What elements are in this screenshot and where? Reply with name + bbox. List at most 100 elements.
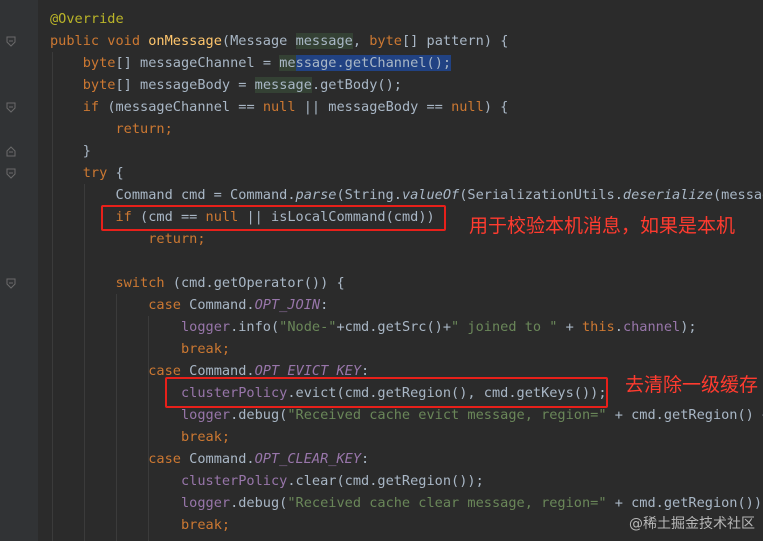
code-token: this [582,319,615,335]
code-token: Command cmd = Command. [50,187,296,203]
code-token: parse [295,187,337,203]
code-token: "Node-" [279,319,337,335]
code-token: + cmd.getRegion() + [614,407,763,423]
code-token: message [254,77,312,93]
code-token: +cmd.getSrc()+ [336,319,452,335]
fold-icon[interactable] [6,278,16,289]
code-line[interactable]: public void onMessage(Message message, b… [50,30,508,52]
code-token: break; [180,517,231,533]
fold-icon[interactable] [6,168,16,179]
code-line[interactable]: if (messageChannel == null || messageBod… [50,96,509,118]
code-line[interactable]: case Command.OPT_JOIN: [50,294,328,316]
code-token: (Message [221,33,296,49]
fold-icon[interactable] [6,146,16,157]
code-token: Command. [189,451,255,467]
code-line[interactable]: case Command.OPT_CLEAR_KEY: [50,448,369,470]
watermark: @稀土掘金技术社区 [629,516,755,532]
code-token: deserialize [622,187,713,203]
code-token: me [279,55,296,71]
highlight-box-local-check [101,205,446,231]
code-token: .debug( [230,407,288,423]
code-token: : [361,451,370,467]
code-token: : [320,297,329,313]
annotation-evict: 去清除一级缓存 [625,374,759,396]
code-line[interactable]: clusterPolicy.clear(cmd.getRegion()); [50,470,484,492]
code-token: (String. [336,187,402,203]
fold-icon[interactable] [6,102,16,113]
code-token: switch [115,275,173,291]
code-line[interactable]: @Override [50,8,124,30]
editor-gutter [0,0,38,541]
code-token: (cmd.getOperator()) { [172,275,345,291]
code-token: channel [622,319,681,335]
code-token: return; [115,121,173,137]
code-token: "Received cache evict message, region=" [287,407,615,423]
code-token: (message [712,187,763,203]
code-token: OPT_JOIN [254,297,321,313]
code-token: byte [82,55,116,71]
code-token: logger [180,407,231,423]
code-line[interactable]: switch (cmd.getOperator()) { [50,272,345,294]
code-line[interactable]: return; [50,118,173,140]
code-token: [] messageChannel = [115,55,280,71]
code-token: return; [148,231,206,247]
highlight-box-evict [165,377,608,408]
code-token: public void [50,33,149,49]
code-token: , [352,33,370,49]
code-token: + cmd.getRegion()); [614,495,763,511]
code-token: logger [180,495,231,511]
code-token: case [148,451,190,467]
code-token: (messageChannel == [107,99,263,115]
code-line[interactable]: break; [50,338,230,360]
code-line[interactable]: return; [50,228,206,250]
code-line[interactable]: logger.info("Node-"+cmd.getSrc()+" joine… [50,316,697,338]
code-line[interactable]: byte[] messageChannel = message.getChann… [50,52,452,74]
fold-icon[interactable] [6,36,16,47]
code-line[interactable]: byte[] messageBody = message.getBody(); [50,74,402,96]
code-token: + [565,319,582,335]
code-token: . [614,319,623,335]
code-line[interactable]: } [50,140,91,162]
code-token: break; [180,429,231,445]
code-token: valueOf [401,187,460,203]
code-token: ); [680,319,697,335]
code-line[interactable]: logger.debug("Received cache clear messa… [50,492,763,514]
code-token: ) { [483,99,509,115]
annotation-local-check: 用于校验本机消息，如果是本机 [469,215,736,237]
code-token: Command. [189,297,255,313]
code-token: byte [369,33,402,49]
code-token: null [262,99,304,115]
code-token: byte [82,77,116,93]
code-token: "Received cache clear message, region=" [287,495,615,511]
code-token: null [451,99,484,115]
code-token: (SerializationUtils. [459,187,623,203]
code-token: .clear(cmd.getRegion()); [287,473,484,489]
code-line[interactable]: break; [50,514,230,536]
code-token: try [82,165,116,181]
code-token: .debug( [230,495,288,511]
code-line[interactable]: Command cmd = Command.parse(String.value… [50,184,763,206]
code-token: message [295,33,353,49]
code-token: .info( [230,319,280,335]
code-token: if [82,99,108,115]
code-token: [] messageBody = [115,77,255,93]
code-token: { [115,165,124,181]
code-token: @Override [50,11,124,27]
code-line[interactable]: try { [50,162,124,184]
code-token: clusterPolicy [180,473,288,489]
code-token: break; [180,341,231,357]
code-line[interactable]: break; [50,426,230,448]
